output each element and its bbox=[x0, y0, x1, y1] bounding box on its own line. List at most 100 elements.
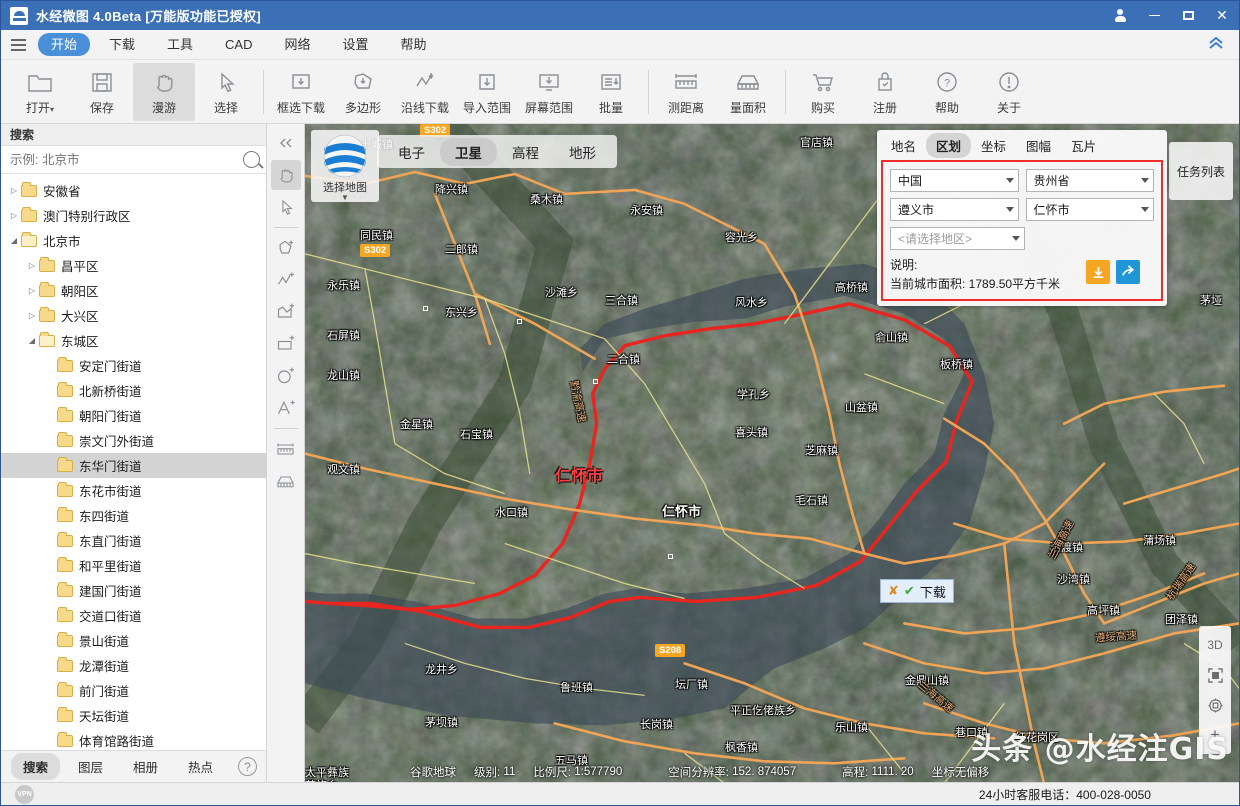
zoom-in-icon[interactable]: + bbox=[1200, 720, 1230, 750]
tree-item[interactable]: 东华门街道 bbox=[1, 453, 266, 478]
tree-item[interactable]: 交道口街道 bbox=[1, 603, 266, 628]
screen-range-button[interactable]: 屏幕范围 bbox=[518, 63, 580, 121]
minimize-button[interactable] bbox=[1137, 1, 1171, 30]
menu-item-help[interactable]: 帮助 bbox=[388, 33, 440, 56]
menu-item-download[interactable]: 下载 bbox=[96, 33, 148, 56]
download-icon[interactable] bbox=[1086, 260, 1110, 284]
tree-item[interactable]: 龙潭街道 bbox=[1, 653, 266, 678]
chevron-up-double-icon[interactable] bbox=[1207, 36, 1225, 53]
tab-hotspot[interactable]: 热点 bbox=[176, 753, 225, 780]
buy-button[interactable]: 购买 bbox=[792, 63, 854, 121]
tree-item[interactable]: 体育馆路街道 bbox=[1, 728, 266, 750]
vtool-measure-distance-icon[interactable] bbox=[271, 434, 301, 464]
share-arrow-icon[interactable] bbox=[1116, 260, 1140, 284]
layer-tab-terrain[interactable]: 地形 bbox=[554, 138, 611, 166]
province-select[interactable]: 贵州省 bbox=[1026, 169, 1155, 192]
district-select[interactable]: <请选择地区> bbox=[890, 227, 1025, 250]
tree-item[interactable]: 北新桥街道 bbox=[1, 378, 266, 403]
search-icon[interactable] bbox=[243, 151, 260, 168]
layer-tab-elevation[interactable]: 高程 bbox=[497, 138, 554, 166]
search-tab-coordinate[interactable]: 坐标 bbox=[971, 133, 1016, 158]
tab-album[interactable]: 相册 bbox=[121, 753, 170, 780]
tree-item[interactable]: 前门街道 bbox=[1, 678, 266, 703]
tree-expand-closed-icon[interactable]: ▷ bbox=[7, 211, 21, 220]
tree-item[interactable]: ▷朝阳区 bbox=[1, 278, 266, 303]
download-confirm-popup[interactable]: ✘ ✔ 下载 bbox=[880, 579, 954, 603]
user-account-button[interactable] bbox=[1103, 1, 1137, 30]
menu-item-settings[interactable]: 设置 bbox=[330, 33, 382, 56]
tree-expand-open-icon[interactable]: ◢ bbox=[25, 336, 39, 345]
tree-expand-closed-icon[interactable]: ▷ bbox=[7, 186, 21, 195]
vtool-measure-area-icon[interactable] bbox=[271, 466, 301, 496]
menu-icon[interactable] bbox=[1, 30, 35, 60]
tree-item[interactable]: ▷澳门特别行政区 bbox=[1, 203, 266, 228]
tree-item[interactable]: 建国门街道 bbox=[1, 578, 266, 603]
city-select[interactable]: 遵义市 bbox=[890, 198, 1019, 221]
layer-tab-satellite[interactable]: 卫星 bbox=[440, 138, 497, 166]
tree-item[interactable]: ◢东城区 bbox=[1, 328, 266, 353]
vtool-add-circle-icon[interactable] bbox=[271, 361, 301, 391]
search-input[interactable] bbox=[10, 153, 239, 167]
vtool-add-polygon-icon[interactable] bbox=[271, 233, 301, 263]
map-view[interactable]: 土城镇同民镇降兴镇桑木镇永安镇官店镇容光乡二郎镇永乐镇高桥镇沙滩乡三合镇风水乡东… bbox=[305, 124, 1239, 782]
import-range-button[interactable]: 导入范围 bbox=[456, 63, 518, 121]
fullscreen-icon[interactable] bbox=[1200, 660, 1230, 690]
batch-download-button[interactable]: 批量 bbox=[580, 63, 642, 121]
vtool-add-polyline-icon[interactable] bbox=[271, 265, 301, 295]
confirm-icon[interactable]: ✔ bbox=[904, 583, 915, 599]
cancel-icon[interactable]: ✘ bbox=[888, 583, 899, 599]
tree-item[interactable]: ◢北京市 bbox=[1, 228, 266, 253]
register-button[interactable]: 注册 bbox=[854, 63, 916, 121]
vtool-cursor-arrow-icon[interactable] bbox=[271, 192, 301, 222]
compass-icon[interactable] bbox=[1200, 690, 1230, 720]
measure-area-button[interactable]: 量面积 bbox=[717, 63, 779, 121]
menu-item-network[interactable]: 网络 bbox=[272, 33, 324, 56]
tree-expand-open-icon[interactable]: ◢ bbox=[7, 236, 21, 245]
open-button[interactable]: 打开▾ bbox=[9, 63, 71, 121]
polyline-download-button[interactable]: 沿线下载 bbox=[394, 63, 456, 121]
tab-search[interactable]: 搜索 bbox=[11, 753, 60, 780]
tree-expand-closed-icon[interactable]: ▷ bbox=[25, 286, 39, 295]
menu-item-start[interactable]: 开始 bbox=[38, 33, 90, 56]
vtool-hand-pan-icon[interactable] bbox=[271, 160, 301, 190]
search-tab-tile[interactable]: 瓦片 bbox=[1061, 133, 1106, 158]
chevron-down-icon[interactable]: ▼ bbox=[341, 195, 349, 201]
tree-item[interactable]: 东直门街道 bbox=[1, 528, 266, 553]
country-select[interactable]: 中国 bbox=[890, 169, 1019, 192]
tree-item[interactable]: 景山街道 bbox=[1, 628, 266, 653]
tree-item[interactable]: 东四街道 bbox=[1, 503, 266, 528]
box-download-button[interactable]: 框选下载 bbox=[270, 63, 332, 121]
tab-layers[interactable]: 图层 bbox=[66, 753, 115, 780]
select-button[interactable]: 选择 bbox=[195, 63, 257, 121]
maximize-button[interactable] bbox=[1171, 1, 1205, 30]
tree-item[interactable]: 安定门街道 bbox=[1, 353, 266, 378]
help-circle-icon[interactable]: ? bbox=[238, 757, 257, 776]
save-button[interactable]: 保存 bbox=[71, 63, 133, 121]
collapse-panel-icon[interactable] bbox=[271, 128, 301, 158]
polygon-download-button[interactable]: 多边形 bbox=[332, 63, 394, 121]
task-list-button[interactable]: 任务列表 bbox=[1169, 142, 1233, 200]
pan-button[interactable]: 漫游 bbox=[133, 63, 195, 121]
vtool-add-text-icon[interactable] bbox=[271, 393, 301, 423]
tree-item[interactable]: ▷昌平区 bbox=[1, 253, 266, 278]
map-source-selector[interactable]: 选择地图 ▼ bbox=[311, 130, 379, 202]
help-button[interactable]: ? 帮助 bbox=[916, 63, 978, 121]
search-tab-placename[interactable]: 地名 bbox=[881, 133, 926, 158]
county-select[interactable]: 仁怀市 bbox=[1026, 198, 1155, 221]
close-button[interactable]: ✕ bbox=[1205, 1, 1239, 30]
three-d-icon[interactable]: 3D bbox=[1200, 630, 1230, 660]
tree-item[interactable]: 天坛街道 bbox=[1, 703, 266, 728]
tree-item[interactable]: 朝阳门街道 bbox=[1, 403, 266, 428]
vtool-add-rectangle-icon[interactable] bbox=[271, 329, 301, 359]
tree-expand-closed-icon[interactable]: ▷ bbox=[25, 311, 39, 320]
vtool-add-area-icon[interactable] bbox=[271, 297, 301, 327]
tree-item[interactable]: 崇文门外街道 bbox=[1, 428, 266, 453]
search-tab-division[interactable]: 区划 bbox=[926, 133, 971, 158]
about-button[interactable]: 关于 bbox=[978, 63, 1040, 121]
region-tree[interactable]: ▷安徽省▷澳门特别行政区◢北京市▷昌平区▷朝阳区▷大兴区◢东城区安定门街道北新桥… bbox=[1, 174, 266, 750]
layer-tab-electronic[interactable]: 电子 bbox=[383, 138, 440, 166]
menu-item-cad[interactable]: CAD bbox=[212, 33, 265, 56]
tree-item[interactable]: ▷大兴区 bbox=[1, 303, 266, 328]
tree-item[interactable]: ▷安徽省 bbox=[1, 178, 266, 203]
search-tab-mapsheet[interactable]: 图幅 bbox=[1016, 133, 1061, 158]
